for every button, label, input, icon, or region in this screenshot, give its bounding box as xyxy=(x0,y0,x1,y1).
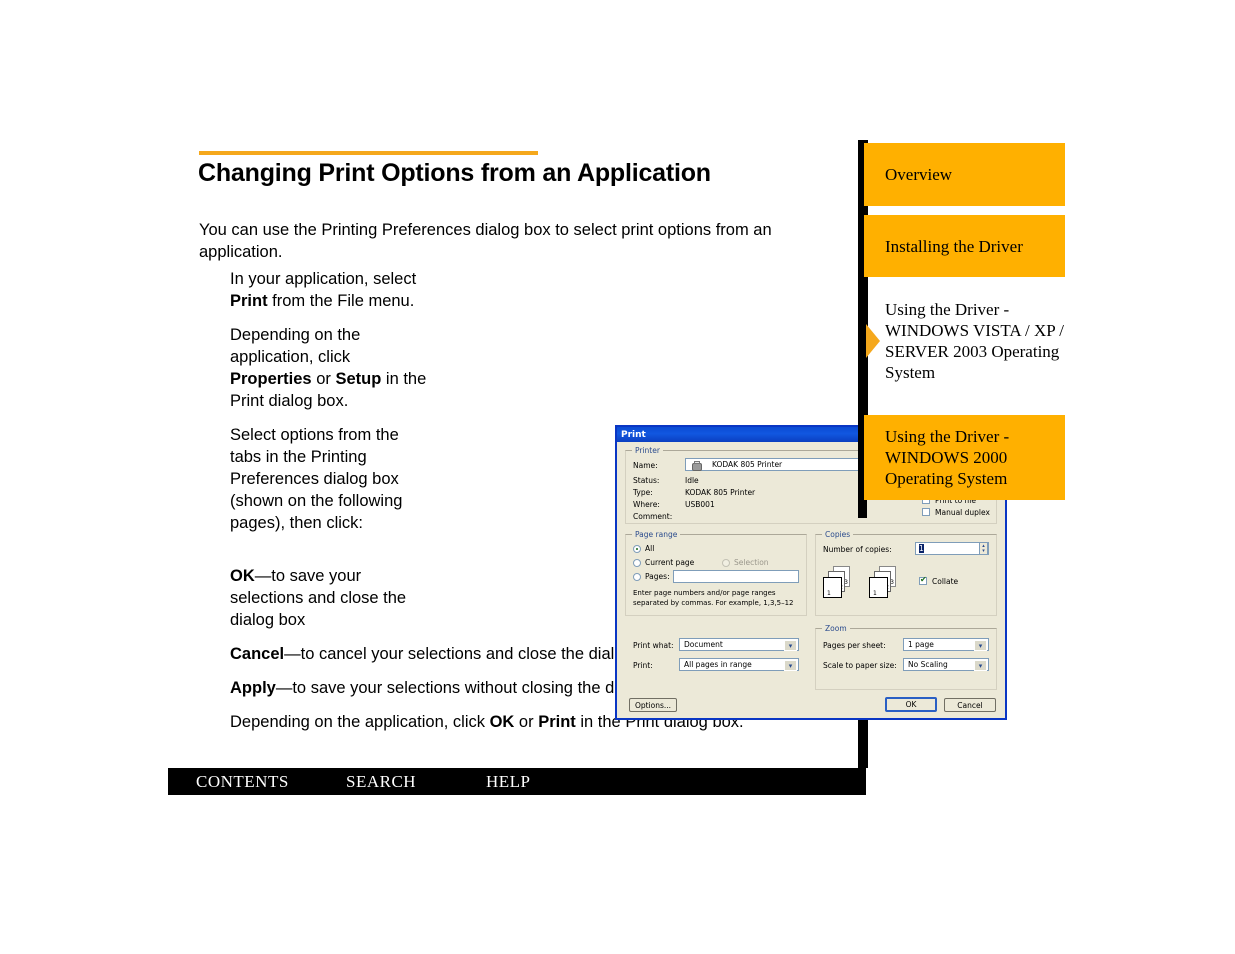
step-item: In your application, select Print from t… xyxy=(230,270,417,310)
nav-search-link[interactable]: SEARCH xyxy=(346,772,416,792)
print-value: All pages in range xyxy=(684,660,752,669)
print-combo[interactable]: All pages in range ▾ xyxy=(679,658,799,671)
nav-help-link[interactable]: HELP xyxy=(486,772,531,792)
pages-input[interactable] xyxy=(673,570,799,583)
collate-label: Collate xyxy=(932,577,959,586)
printer-type-label: Type: xyxy=(633,488,653,497)
printer-group-label: Printer xyxy=(632,446,663,455)
print-what-label: Print what: xyxy=(633,641,674,650)
page-range-hint-line2: separated by commas. For example, 1,3,5–… xyxy=(633,599,794,607)
copies-group-label: Copies xyxy=(822,530,854,539)
pages-per-sheet-value: 1 page xyxy=(908,640,934,649)
chevron-down-icon[interactable]: ▾ xyxy=(974,660,987,671)
title-rule-decoration xyxy=(199,151,538,155)
page-range-current-radio[interactable] xyxy=(633,559,641,567)
number-of-copies-label: Number of copies: xyxy=(823,545,892,554)
print-what-value: Document xyxy=(684,640,723,649)
step-item: Depending on the application, click Prop… xyxy=(230,326,427,410)
printer-status-label: Status: xyxy=(633,476,660,485)
page-range-all-label: All xyxy=(645,544,655,553)
collate-preview-stack-2: 3 2 1 xyxy=(869,566,899,598)
print-label: Print: xyxy=(633,661,653,670)
scale-to-paper-combo[interactable]: No Scaling ▾ xyxy=(903,658,989,671)
sidebar-item-overview[interactable]: Overview xyxy=(864,143,1065,206)
collate-preview-stack-1: 3 2 1 xyxy=(823,566,853,598)
page-range-group-label: Page range xyxy=(632,530,681,539)
zoom-group-label: Zoom xyxy=(822,624,850,633)
sidebar-item-using-driver-vista-xp-2003[interactable]: Using the Driver - WINDOWS VISTA / XP / … xyxy=(864,296,1065,386)
bottom-nav-bar: CONTENTS SEARCH HELP xyxy=(168,768,866,795)
pages-per-sheet-label: Pages per sheet: xyxy=(823,641,886,650)
printer-icon xyxy=(692,461,702,471)
printer-name-value: KODAK 805 Printer xyxy=(712,460,783,469)
page-range-hint-line1: Enter page numbers and/or page ranges xyxy=(633,589,776,597)
scale-to-paper-label: Scale to paper size: xyxy=(823,661,897,670)
sidebar-item-using-driver-2000[interactable]: Using the Driver - WINDOWS 2000 Operatin… xyxy=(864,415,1065,500)
chevron-down-icon[interactable]: ▾ xyxy=(974,640,987,651)
page-range-current-label: Current page xyxy=(645,558,695,567)
copies-spinner[interactable]: ▴ ▾ xyxy=(979,542,988,555)
options-button[interactable]: Options... xyxy=(629,698,677,712)
page-thumb: 1 xyxy=(823,577,842,598)
page-range-pages-radio[interactable] xyxy=(633,573,641,581)
sidebar-item-label: Overview xyxy=(885,165,953,184)
printer-comment-label: Comment: xyxy=(633,512,673,521)
document-page: Changing Print Options from an Applicati… xyxy=(168,140,1007,795)
dialog-title: Print xyxy=(621,429,646,440)
page-title: Changing Print Options from an Applicati… xyxy=(198,159,711,187)
number-of-copies-input[interactable]: 1 xyxy=(915,542,989,555)
collate-checkbox[interactable] xyxy=(919,575,927,585)
printer-where-value: USB001 xyxy=(685,500,715,509)
page-range-pages-label: Pages: xyxy=(645,572,670,581)
ok-button[interactable]: OK xyxy=(885,697,937,712)
sidebar-item-label: Using the Driver - WINDOWS VISTA / XP / … xyxy=(885,300,1065,382)
chevron-down-icon[interactable]: ▾ xyxy=(784,660,797,671)
sidebar-item-label: Using the Driver - WINDOWS 2000 Operatin… xyxy=(885,427,1010,488)
chevron-down-icon[interactable]: ▾ xyxy=(784,640,797,651)
printer-where-label: Where: xyxy=(633,500,660,509)
page-range-selection-label: Selection xyxy=(734,558,769,567)
step-item: Select options from the tabs in the Prin… xyxy=(230,426,403,532)
page-range-selection-radio xyxy=(722,559,730,567)
sidebar-item-installing-the-driver[interactable]: Installing the Driver xyxy=(864,215,1065,277)
steps-column: In your application, select Print from t… xyxy=(230,268,430,546)
pages-per-sheet-combo[interactable]: 1 page ▾ xyxy=(903,638,989,651)
nav-contents-link[interactable]: CONTENTS xyxy=(196,772,289,792)
scale-to-paper-value: No Scaling xyxy=(908,660,948,669)
printer-name-label: Name: xyxy=(633,461,658,470)
page-thumb: 1 xyxy=(869,577,888,598)
intro-paragraph: You can use the Printing Preferences dia… xyxy=(199,221,772,261)
number-of-copies-value: 1 xyxy=(919,544,924,553)
page-range-all-radio[interactable] xyxy=(633,545,641,553)
outcome-item-ok: OK—to save your selections and close the… xyxy=(230,567,407,629)
cancel-button[interactable]: Cancel xyxy=(944,698,996,712)
sidebar-nav: Overview Installing the Driver Using the… xyxy=(858,143,1068,518)
print-what-combo[interactable]: Document ▾ xyxy=(679,638,799,651)
printer-status-value: Idle xyxy=(685,476,699,485)
printer-type-value: KODAK 805 Printer xyxy=(685,488,756,497)
sidebar-item-label: Installing the Driver xyxy=(885,236,1023,256)
